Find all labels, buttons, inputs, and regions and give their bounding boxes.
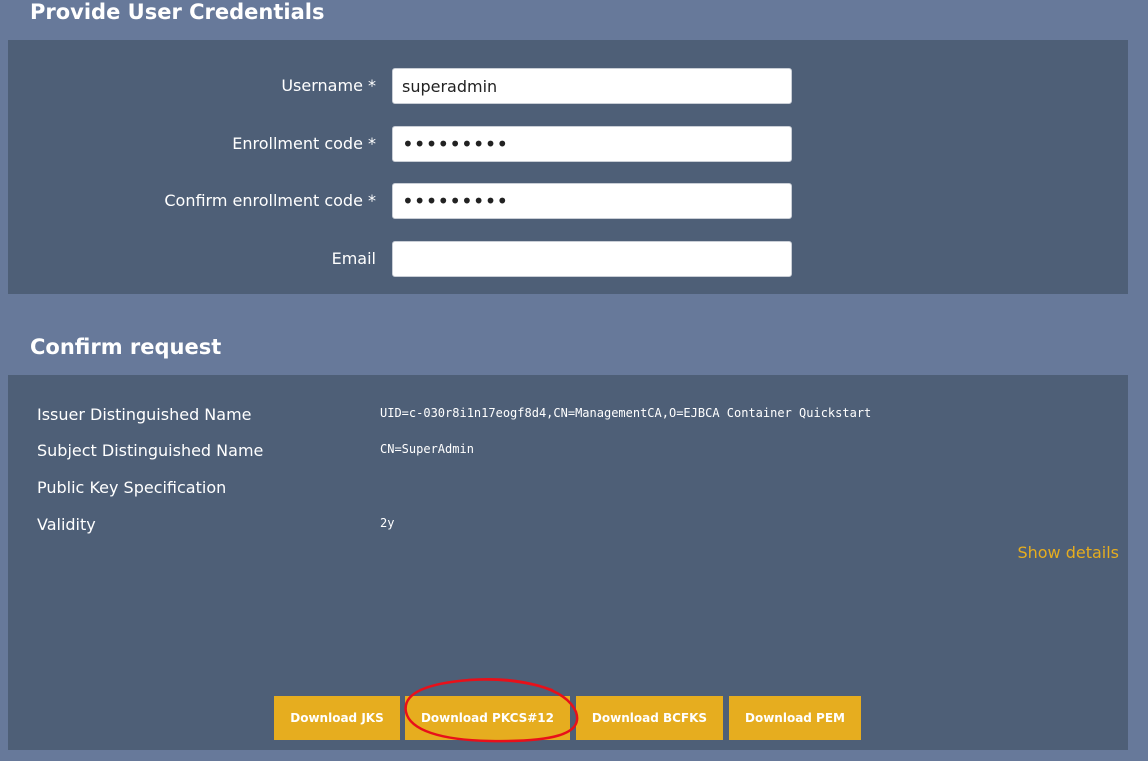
confirm-enrollment-code-label: Confirm enrollment code *: [164, 191, 376, 210]
username-label: Username *: [281, 76, 376, 95]
confirm-panel: Issuer Distinguished Name UID=c-030r8i1n…: [8, 375, 1128, 750]
validity-label: Validity: [37, 515, 96, 534]
subject-dn-label: Subject Distinguished Name: [37, 441, 264, 460]
public-key-spec-row: Public Key Specification: [8, 475, 1128, 501]
username-row: Username *: [8, 68, 1128, 104]
validity-value: 2y: [380, 516, 395, 530]
download-pem-button[interactable]: Download PEM: [729, 696, 861, 740]
subject-dn-value: CN=SuperAdmin: [380, 442, 474, 456]
issuer-dn-label: Issuer Distinguished Name: [37, 405, 252, 424]
download-bcfks-button[interactable]: Download BCFKS: [576, 696, 723, 740]
confirm-section-title: Confirm request: [30, 335, 222, 359]
show-details-link[interactable]: Show details: [1017, 543, 1119, 562]
issuer-dn-row: Issuer Distinguished Name UID=c-030r8i1n…: [8, 402, 1128, 428]
enrollment-code-row: Enrollment code *: [8, 126, 1128, 162]
confirm-enrollment-code-row: Confirm enrollment code *: [8, 183, 1128, 219]
download-pkcs12-button[interactable]: Download PKCS#12: [405, 696, 570, 740]
public-key-spec-label: Public Key Specification: [37, 478, 227, 497]
credentials-section-title: Provide User Credentials: [30, 0, 325, 24]
email-input[interactable]: [392, 241, 792, 277]
credentials-panel: Username * Enrollment code * Confirm enr…: [8, 40, 1128, 294]
username-input[interactable]: [392, 68, 792, 104]
validity-row: Validity 2y: [8, 512, 1128, 538]
issuer-dn-value: UID=c-030r8i1n17eogf8d4,CN=ManagementCA,…: [380, 406, 872, 420]
enrollment-code-label: Enrollment code *: [232, 134, 376, 153]
download-jks-button[interactable]: Download JKS: [274, 696, 400, 740]
email-label: Email: [331, 249, 376, 268]
enrollment-code-input[interactable]: [392, 126, 792, 162]
email-row: Email: [8, 241, 1128, 277]
subject-dn-row: Subject Distinguished Name CN=SuperAdmin: [8, 438, 1128, 464]
confirm-enrollment-code-input[interactable]: [392, 183, 792, 219]
